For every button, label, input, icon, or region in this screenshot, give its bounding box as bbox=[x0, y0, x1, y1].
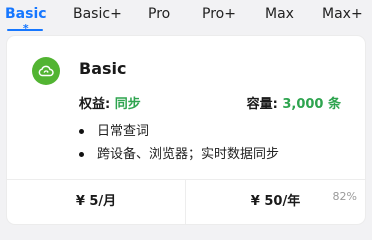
capacity-value: 3,000 条 bbox=[282, 97, 341, 112]
monthly-price-button[interactable]: ¥ 5/月 bbox=[7, 179, 185, 224]
tab-max-plus[interactable]: Max+ bbox=[322, 6, 363, 22]
plan-rights: 权益: 同步 bbox=[79, 93, 141, 112]
active-tab-underline bbox=[7, 29, 43, 31]
feature-text: 日常查词 bbox=[97, 124, 150, 139]
bullet-icon bbox=[79, 129, 84, 134]
plan-title: Basic bbox=[79, 59, 127, 78]
plan-capacity: 容量: 3,000 条 bbox=[247, 93, 341, 112]
bullet-icon bbox=[79, 152, 84, 157]
yearly-discount-badge: 82% bbox=[332, 190, 357, 203]
plan-card: Basic 权益: 同步 容量: 3,000 条 日常查词 跨设备、浏览器；实时… bbox=[7, 36, 365, 224]
cloud-sync-icon bbox=[32, 57, 60, 85]
rights-label: 权益: bbox=[79, 97, 111, 112]
tab-basic[interactable]: Basic * bbox=[5, 6, 47, 34]
feature-text: 跨设备、浏览器；实时数据同步 bbox=[97, 147, 280, 162]
tab-pro[interactable]: Pro bbox=[148, 6, 170, 22]
tab-max[interactable]: Max bbox=[265, 6, 294, 22]
feature-item: 跨设备、浏览器；实时数据同步 bbox=[79, 143, 279, 166]
feature-list: 日常查词 跨设备、浏览器；实时数据同步 bbox=[79, 120, 279, 166]
rights-value: 同步 bbox=[114, 97, 141, 112]
feature-item: 日常查词 bbox=[79, 120, 279, 143]
plan-tabs: Basic * Basic+ Pro Pro+ Max Max+ bbox=[0, 0, 372, 34]
capacity-label: 容量: bbox=[246, 97, 278, 112]
tab-pro-plus[interactable]: Pro+ bbox=[202, 6, 236, 22]
tab-basic-label: Basic bbox=[5, 6, 47, 22]
tab-basic-plus[interactable]: Basic+ bbox=[73, 6, 122, 22]
